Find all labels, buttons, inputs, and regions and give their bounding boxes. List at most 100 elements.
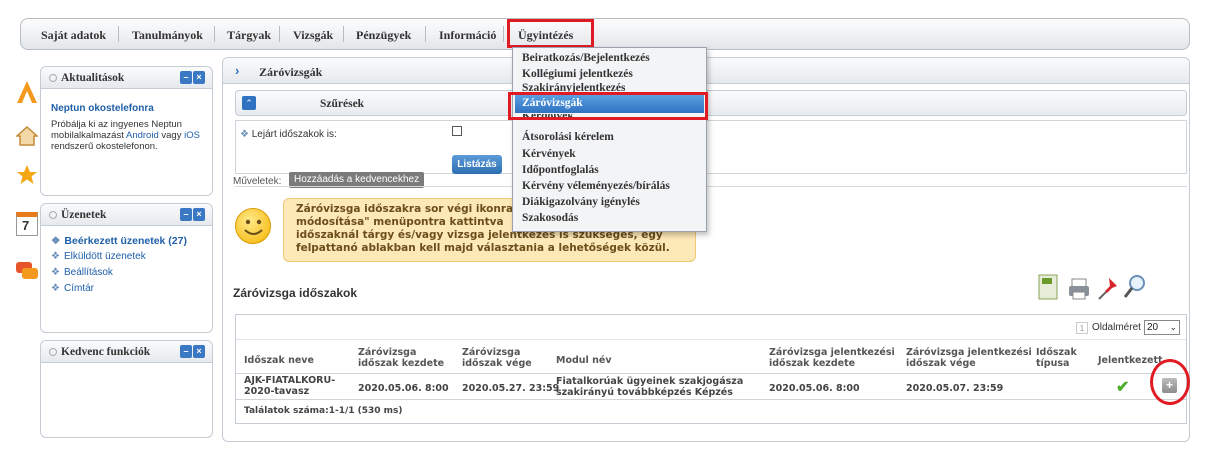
- expired-label-text: Lejárt időszakok is:: [251, 129, 337, 140]
- col-header-end[interactable]: Záróvizsga időszak vége: [462, 347, 532, 369]
- divider: [236, 373, 1186, 374]
- menu-item-appointment[interactable]: Időpontfoglalás: [522, 164, 599, 176]
- collapse-icon[interactable]: ⌃: [242, 96, 256, 110]
- menu-divider: [214, 26, 215, 42]
- news-portlet-header: Aktualitások – ×: [41, 67, 212, 89]
- news-portlet: Aktualitások – × Neptun okostelefonra Pr…: [40, 66, 213, 196]
- filter-header[interactable]: ⌃ Szűrések: [235, 90, 1187, 116]
- directory-label: Címtár: [63, 283, 94, 294]
- settings-link[interactable]: ❖ Beállítások: [51, 267, 113, 278]
- menu-finances[interactable]: Pénzügyek: [356, 28, 411, 43]
- portlet-controls: – ×: [180, 208, 206, 222]
- divider: [235, 186, 1187, 187]
- award-icon[interactable]: [16, 80, 38, 107]
- drag-handle-icon[interactable]: [49, 74, 57, 82]
- arrow-icon: ❖: [51, 235, 61, 247]
- favorites-portlet: Kedvenc funkciók – ×: [40, 340, 213, 438]
- col-header-app-end[interactable]: Záróvizsga jelentkezési időszak vége: [906, 347, 1036, 369]
- col-header-type[interactable]: Időszak típusa: [1036, 347, 1086, 369]
- excel-export-icon[interactable]: [1038, 274, 1060, 303]
- menu-divider: [425, 26, 426, 42]
- chat-icon[interactable]: [16, 260, 38, 285]
- menu-divider: [503, 26, 504, 42]
- news-title: Aktualitások: [61, 72, 125, 84]
- minimize-icon[interactable]: –: [180, 71, 192, 84]
- drag-handle-icon[interactable]: [49, 348, 57, 356]
- print-icon[interactable]: [1068, 278, 1090, 303]
- cell-app-start: 2020.05.06. 8:00: [769, 383, 860, 394]
- close-icon[interactable]: ×: [193, 345, 205, 358]
- arrow-icon: ❖: [51, 267, 60, 278]
- menu-highlight-box: [507, 19, 594, 48]
- news-text-part: vagy: [158, 130, 185, 141]
- arrow-icon: ❖: [240, 129, 252, 140]
- col-header-module[interactable]: Modul név: [556, 355, 612, 366]
- col-header-applied[interactable]: Jelentkezett: [1098, 355, 1163, 366]
- administration-dropdown: Beiratkozás/Bejelentkezés Kollégiumi jel…: [512, 47, 707, 232]
- cell-module: Fiatalkorúak ügyeinek szakjogásza szakir…: [556, 376, 744, 398]
- col-header-start[interactable]: Záróvizsga időszak kezdete: [358, 347, 458, 369]
- divider: [236, 399, 1186, 400]
- messages-portlet-header: Üzenetek – ×: [41, 204, 212, 226]
- inbox-link[interactable]: ❖ Beérkezett üzenetek (27): [51, 235, 187, 247]
- menu-studies[interactable]: Tanulmányok: [132, 28, 203, 43]
- news-text: Próbálja ki az ingyenes Neptun mobilalka…: [51, 119, 209, 152]
- menu-item-specialization[interactable]: Szakirányjelentkezés: [522, 82, 625, 92]
- pin-icon[interactable]: [1097, 276, 1119, 303]
- calendar-icon[interactable]: 7: [16, 212, 38, 236]
- home-icon[interactable]: [15, 125, 39, 150]
- android-link[interactable]: Android: [126, 130, 159, 141]
- calendar-day: 7: [22, 218, 30, 233]
- cell-name: AJK-FIATALKORU-2020-tavasz: [244, 375, 336, 397]
- arrow-icon: ❖: [51, 251, 60, 262]
- divider: [236, 339, 1186, 340]
- expired-checkbox[interactable]: [452, 126, 462, 136]
- cell-end: 2020.05.27. 23:59: [462, 383, 560, 394]
- ios-link[interactable]: iOS: [184, 130, 200, 141]
- news-headline[interactable]: Neptun okostelefonra: [51, 103, 154, 114]
- chevron-right-icon: ›: [235, 63, 240, 78]
- arrow-icon: ❖: [51, 283, 60, 294]
- menu-item-specialisation[interactable]: Szakosodás: [522, 212, 578, 224]
- section-title: Záróvizsga időszakok: [233, 286, 358, 300]
- menu-item-highlight-box: [508, 92, 708, 120]
- menu-exams[interactable]: Vizsgák: [293, 28, 333, 43]
- page-indicator[interactable]: 1: [1076, 322, 1088, 334]
- menu-information[interactable]: Információ: [439, 28, 496, 43]
- menu-item-dormitory[interactable]: Kollégiumi jelentkezés: [522, 68, 633, 80]
- minimize-icon[interactable]: –: [180, 345, 192, 358]
- minimize-icon[interactable]: –: [180, 208, 192, 221]
- favorites-portlet-header: Kedvenc funkciók – ×: [41, 341, 212, 363]
- menu-own-data[interactable]: Saját adatok: [41, 28, 106, 43]
- col-header-app-start[interactable]: Záróvizsga jelentkezési időszak kezdete: [769, 347, 899, 369]
- favorites-title: Kedvenc funkciók: [61, 346, 151, 358]
- cell-start: 2020.05.06. 8:00: [358, 383, 449, 394]
- list-button[interactable]: Listázás: [452, 155, 502, 174]
- menu-divider: [343, 26, 344, 42]
- inbox-label: Beérkezett üzenetek (27): [64, 235, 187, 247]
- magnifier-icon[interactable]: [1123, 274, 1145, 303]
- info-line: felpattanó ablakban kell majd választani…: [296, 242, 670, 254]
- settings-label: Beállítások: [63, 267, 113, 278]
- col-header-name[interactable]: Időszak neve: [244, 355, 314, 366]
- menu-item-enrollment[interactable]: Beiratkozás/Bejelentkezés: [522, 52, 650, 64]
- drag-handle-icon[interactable]: [49, 211, 57, 219]
- close-icon[interactable]: ×: [193, 208, 205, 221]
- messages-title: Üzenetek: [61, 209, 107, 221]
- menu-item-request-review[interactable]: Kérvény véleményezés/bírálás: [522, 180, 670, 192]
- menu-item-transfer[interactable]: Átsorolási kérelem: [522, 131, 614, 143]
- check-icon: ✔: [1116, 379, 1130, 396]
- page-size-select[interactable]: 20 ⌄: [1144, 320, 1180, 335]
- close-icon[interactable]: ×: [193, 71, 205, 84]
- portlet-controls: – ×: [180, 345, 206, 359]
- menu-item-student-id[interactable]: Diákigazolvány igénylés: [522, 196, 640, 208]
- sent-link[interactable]: ❖ Elküldött üzenetek: [51, 251, 146, 262]
- menu-subjects[interactable]: Tárgyak: [227, 28, 271, 43]
- cell-app-end: 2020.05.07. 23:59: [906, 383, 1004, 394]
- sent-label: Elküldött üzenetek: [63, 251, 146, 262]
- menu-item-requests[interactable]: Kérvények: [522, 148, 576, 160]
- page-size-label: Oldalméret: [1092, 322, 1141, 333]
- directory-link[interactable]: ❖ Címtár: [51, 283, 94, 294]
- star-icon[interactable]: [16, 164, 38, 189]
- messages-portlet: Üzenetek – × ❖ Beérkezett üzenetek (27) ❖…: [40, 203, 213, 333]
